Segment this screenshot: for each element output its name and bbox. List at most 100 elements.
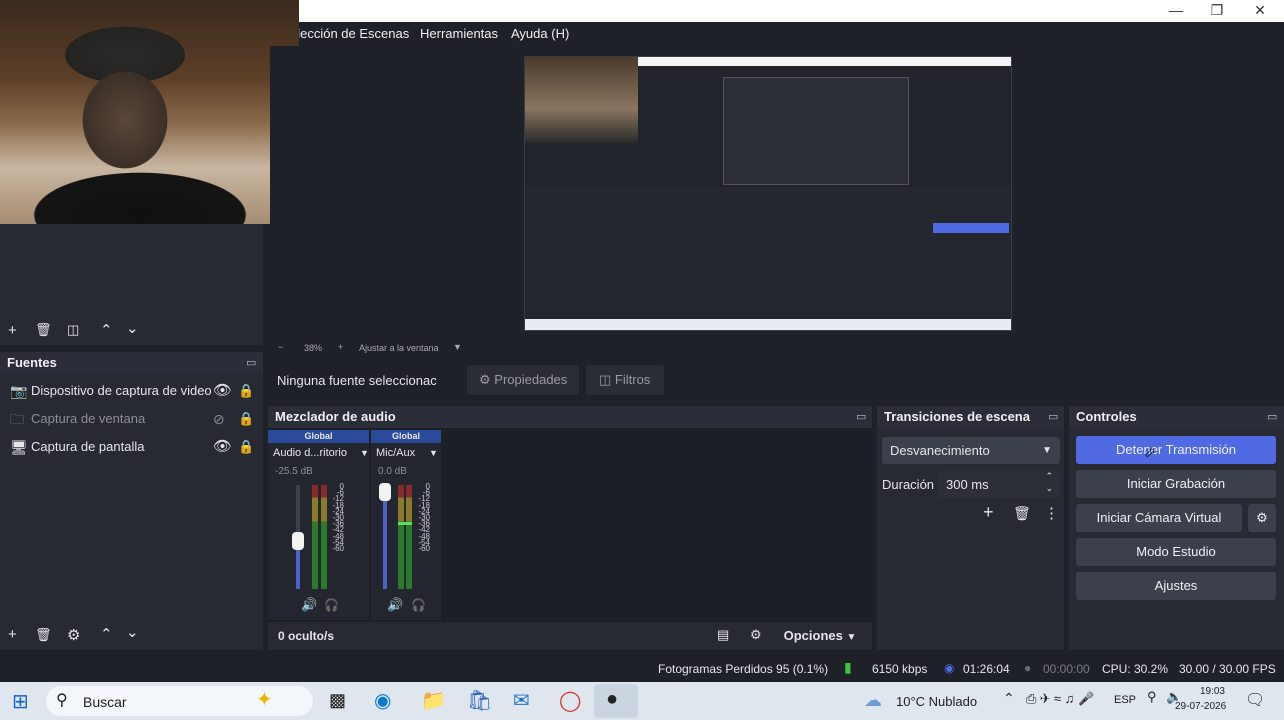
- add-source-icon[interactable]: +: [8, 626, 17, 643]
- move-up-icon[interactable]: ⌃: [100, 625, 113, 643]
- move-down-icon[interactable]: ⌄: [126, 623, 139, 641]
- mouse-cursor-icon: ⬀: [1144, 444, 1156, 460]
- remove-source-icon[interactable]: 🗑: [35, 627, 52, 643]
- source-item[interactable]: 📷 Dispositivo de captura de video 👁 🔒: [0, 377, 263, 405]
- clock-time[interactable]: 19:03: [1189, 686, 1225, 697]
- studio-mode-button[interactable]: Modo Estudio: [1076, 538, 1276, 566]
- duration-input[interactable]: 300 ms ⌃ ⌄: [939, 471, 1060, 498]
- preview-taskbar: [525, 319, 1011, 330]
- obs-icon: ●: [606, 688, 619, 710]
- lock-icon[interactable]: 🔒: [238, 377, 254, 405]
- mixer-settings-icon[interactable]: ⚙: [750, 627, 762, 643]
- transition-select[interactable]: Desvanecimiento ▼: [882, 437, 1060, 464]
- zoom-in-button[interactable]: +: [338, 342, 343, 352]
- add-transition-icon[interactable]: +: [983, 502, 994, 523]
- notifications-icon[interactable]: 🗨: [1245, 690, 1265, 710]
- undock-icon[interactable]: ▭: [1048, 410, 1058, 423]
- scenes-toolbar: + 🗑 ◫ ⌃ ⌄: [0, 319, 263, 345]
- zoom-bar: − 38% + Ajustar a la ventana ▼: [270, 340, 1284, 356]
- filters-icon: ◫: [599, 372, 612, 387]
- scenes-list[interactable]: [0, 224, 263, 319]
- level-meter: [398, 485, 404, 589]
- dropped-frames: Fotogramas Perdidos 95 (0.1%): [658, 662, 829, 676]
- speaker-icon[interactable]: 🔊: [387, 597, 403, 613]
- chevron-up-icon[interactable]: ⌃: [1003, 690, 1015, 707]
- obs-taskbar-item[interactable]: ●: [594, 684, 638, 718]
- headphones-icon[interactable]: 🎧: [324, 598, 339, 612]
- filters-button[interactable]: ◫ Filtros: [586, 365, 664, 395]
- lock-icon[interactable]: 🔒: [238, 433, 254, 461]
- windows-start-icon[interactable]: ⊞: [12, 689, 29, 714]
- minimize-icon[interactable]: —: [1156, 0, 1196, 22]
- layout-icon[interactable]: ▤: [717, 627, 729, 643]
- search-placeholder: Buscar: [83, 694, 127, 710]
- menu-tools[interactable]: Herramientas: [420, 26, 498, 41]
- task-view-icon[interactable]: ▩: [329, 690, 346, 711]
- language-indicator[interactable]: ESP: [1114, 694, 1136, 706]
- sparkle-icon: ✦: [256, 689, 273, 711]
- properties-label: Propiedades: [494, 372, 568, 387]
- channel-name[interactable]: Mic/Aux: [376, 447, 415, 459]
- more-options-icon[interactable]: ⋮: [1044, 504, 1059, 522]
- chevron-down-icon: ▼: [846, 632, 857, 643]
- lock-icon[interactable]: 🔒: [238, 405, 254, 433]
- channel-name[interactable]: Audio d...ritorio: [273, 447, 347, 459]
- mail-icon[interactable]: ✉: [513, 688, 530, 713]
- source-item[interactable]: 🗀 Captura de ventana ⊘ 🔒: [0, 405, 263, 433]
- fit-to-window[interactable]: Ajustar a la ventana: [359, 343, 439, 353]
- eye-icon[interactable]: 👁: [213, 433, 232, 461]
- speaker-icon[interactable]: 🔊: [301, 597, 317, 613]
- scene-filters-icon[interactable]: ◫: [67, 322, 79, 338]
- preview-stream-button: [933, 223, 1009, 233]
- folder-icon[interactable]: 📁: [421, 688, 446, 713]
- edge-icon[interactable]: ◉: [374, 688, 391, 713]
- preview-titlebar: [638, 57, 1011, 66]
- settings-button[interactable]: Ajustes: [1076, 572, 1276, 600]
- headphones-icon[interactable]: 🎧: [411, 598, 426, 612]
- weather[interactable]: 10°C Nublado: [896, 694, 977, 709]
- clock-date[interactable]: 29-07-2026: [1175, 701, 1226, 712]
- remove-scene-icon[interactable]: 🗑: [35, 322, 52, 338]
- menu-help[interactable]: Ayuda (H): [511, 26, 569, 41]
- restore-icon[interactable]: ❐: [1197, 0, 1237, 22]
- undock-icon[interactable]: ▭: [856, 410, 866, 423]
- filters-label: Filtros: [614, 372, 651, 387]
- start-virtual-camera-button[interactable]: Iniciar Cámara Virtual: [1076, 504, 1242, 532]
- stop-stream-button[interactable]: Detener Transmisión: [1076, 436, 1276, 464]
- chevron-down-icon[interactable]: ▼: [360, 448, 369, 458]
- options-button[interactable]: Opciones ▼: [775, 622, 865, 650]
- store-icon[interactable]: 🛍: [467, 688, 492, 713]
- cloud-icon: ☁: [864, 690, 882, 710]
- source-settings-icon[interactable]: ⚙: [67, 626, 80, 644]
- channel-db: -25.5 dB: [275, 466, 313, 477]
- channel-tag: Global: [371, 430, 441, 443]
- tray-icons[interactable]: ⎙ ✈ ≈ ♫ 🎤: [1026, 691, 1094, 707]
- move-down-icon[interactable]: ⌄: [126, 319, 139, 337]
- virtual-camera-settings-button[interactable]: ⚙: [1248, 504, 1276, 532]
- undock-icon[interactable]: ▭: [246, 356, 256, 369]
- menu-scene-collection[interactable]: olección de Escenas: [290, 26, 409, 41]
- chrome-icon[interactable]: ◯: [559, 688, 581, 713]
- undock-icon[interactable]: ▭: [1267, 410, 1277, 423]
- remove-transition-icon[interactable]: 🗑: [1013, 505, 1031, 522]
- stepper-down-icon[interactable]: ⌄: [1045, 475, 1053, 502]
- wifi-icon[interactable]: ⚲: [1147, 689, 1157, 705]
- close-icon[interactable]: ✕: [1240, 0, 1280, 22]
- properties-button[interactable]: ⚙ Propiedades: [467, 365, 579, 395]
- no-source-label: Ninguna fuente seleccionac: [277, 373, 437, 388]
- volume-knob[interactable]: [379, 483, 391, 501]
- stream-preview[interactable]: [524, 56, 1012, 331]
- taskbar-search[interactable]: ⚲ Buscar ✦: [46, 686, 313, 716]
- zoom-out-button[interactable]: −: [278, 342, 283, 352]
- volume-knob[interactable]: [292, 532, 304, 550]
- source-item[interactable]: 🖥 Captura de pantalla 👁 🔒: [0, 433, 263, 461]
- cpu-usage: CPU: 30.2%: [1102, 662, 1169, 676]
- chevron-down-icon[interactable]: ▼: [429, 448, 438, 458]
- start-recording-button[interactable]: Iniciar Grabación: [1076, 470, 1276, 498]
- chevron-down-icon[interactable]: ▼: [453, 342, 462, 352]
- move-up-icon[interactable]: ⌃: [100, 321, 113, 339]
- add-scene-icon[interactable]: +: [8, 322, 17, 339]
- channel-tag: Global: [268, 430, 369, 443]
- eye-icon[interactable]: 👁: [213, 377, 232, 405]
- eye-hidden-icon[interactable]: ⊘: [213, 405, 225, 433]
